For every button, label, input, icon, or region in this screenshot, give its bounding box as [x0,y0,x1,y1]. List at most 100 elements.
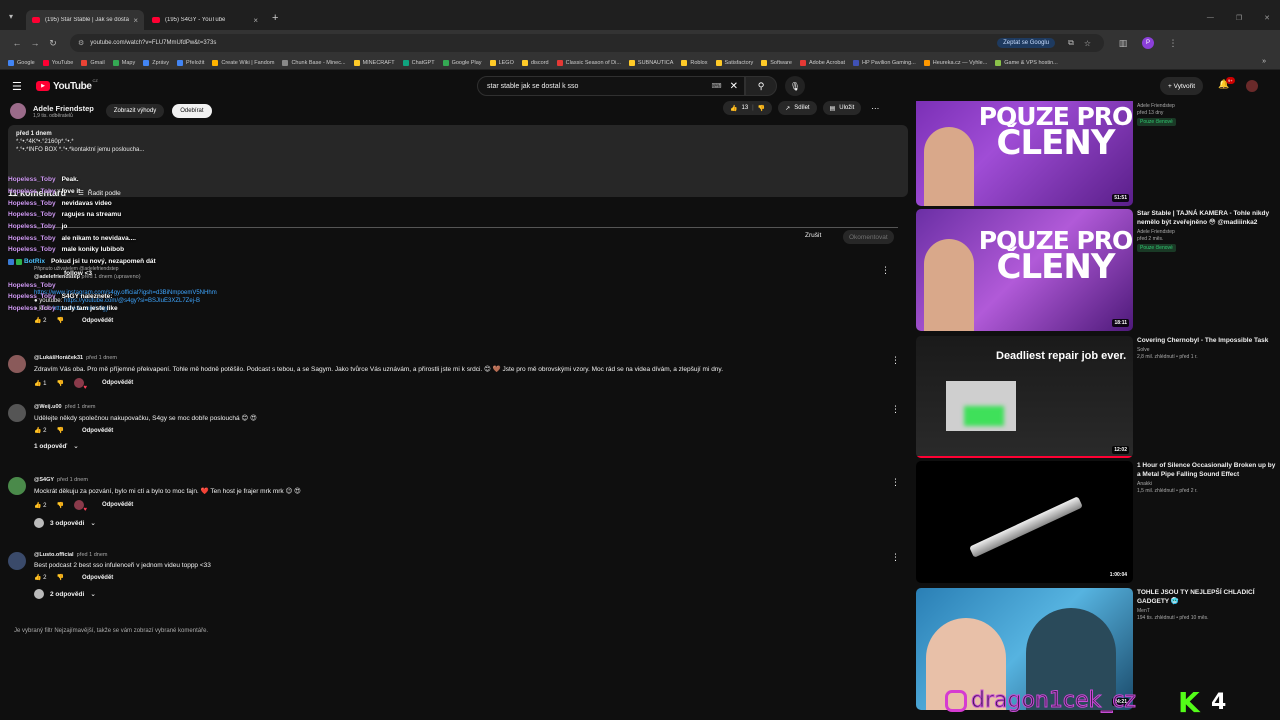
subscribe-button[interactable]: Odebírat [172,104,212,118]
bookmark-item[interactable]: Classic Season of Di... [556,59,621,66]
video-title[interactable]: 1 Hour of Silence Occasionally Broken up… [1137,461,1277,479]
channel-avatar[interactable] [10,103,26,119]
video-title[interactable]: TOHLE JSOU TY NEJLEPŠÍ CHLADICÍ GADGETY … [1137,588,1277,606]
bookmark-item[interactable]: Zprávy [143,59,169,66]
comment-menu-icon[interactable]: ⋮ [881,265,890,276]
search-button[interactable]: ⚲ [745,76,777,96]
new-tab-button[interactable]: + [272,12,278,24]
bookmark-item[interactable]: Adobe Acrobat [799,59,845,66]
reply-button[interactable]: Odpovědět [82,575,113,581]
bookmark-item[interactable]: Gmail [81,59,105,66]
dislike-comment-button[interactable]: 👎 [56,427,63,434]
ask-google-button[interactable]: Zeptat se Googlu [997,38,1056,48]
forward-arrow-icon[interactable]: → [26,38,44,48]
like-comment-button[interactable]: 👍 1 [34,380,46,387]
video-channel[interactable]: Solve [1137,347,1277,353]
channel-name[interactable]: Adele Friendstep [33,104,94,113]
recommended-video[interactable]: Deadliest repair job ever. 12:02 Covering … [916,336,1280,458]
profile-avatar[interactable]: P [1142,37,1154,49]
close-window-icon[interactable]: ✕ [1264,14,1270,22]
comment-author[interactable]: @Weij.u00 [34,404,62,410]
cancel-comment-button[interactable]: Zrušit [805,232,821,239]
browser-tab-1[interactable]: (195) Star Stable | Jak se dostal k... × [26,10,144,30]
show-replies-button[interactable]: 2 odpovědi ⌄ [34,589,908,599]
bookmark-item[interactable]: Google Play [442,59,482,66]
bookmark-item[interactable]: Satisfactory [715,59,753,66]
bookmark-item[interactable]: Software [761,59,792,66]
commenter-avatar[interactable] [8,404,26,422]
bookmark-item[interactable]: Roblox [681,59,708,66]
screenshot-icon[interactable]: ⧉ [1068,38,1074,48]
hamburger-menu-icon[interactable]: ☰ [12,80,30,93]
show-replies-button[interactable]: 1 odpověď ⌄ [34,442,908,451]
bookmark-item[interactable]: Přeložit [177,59,204,66]
comment-author[interactable]: @Lusto.official [34,552,74,558]
comment-author[interactable]: @S4GY [34,477,54,483]
extensions-icon[interactable]: ▥ [1114,38,1132,49]
bookmark-item[interactable]: LEGO [489,59,514,66]
account-avatar[interactable] [1246,80,1258,92]
video-thumbnail[interactable]: Deadliest repair job ever. 12:02 [916,336,1133,458]
keyboard-icon[interactable]: ⌨ [712,82,722,90]
like-comment-button[interactable]: 👍 2 [34,427,46,434]
minimize-icon[interactable]: — [1207,14,1214,22]
voice-search-button[interactable]: 🎙 [785,76,805,96]
browser-menu-icon[interactable]: ⋮ [1164,38,1182,49]
bookmark-star-icon[interactable]: ☆ [1084,39,1091,48]
reply-button[interactable]: Odpovědět [82,428,113,434]
bookmark-item[interactable]: Google [8,59,35,66]
like-comment-button[interactable]: 👍 2 [34,574,46,581]
like-comment-button[interactable]: 👍 2 [34,317,46,324]
dislike-comment-button[interactable]: 👎 [56,502,63,509]
video-channel[interactable]: Anakki [1137,481,1277,487]
save-button[interactable]: ▤ Uložit [822,101,862,115]
comment-author[interactable]: @LukášHoráček31 [34,355,83,361]
video-channel[interactable]: MenT [1137,608,1277,614]
comment-menu-icon[interactable]: ⋮ [891,355,900,366]
commenter-avatar[interactable] [8,552,26,570]
clear-search-icon[interactable]: ✕ [730,81,738,92]
bookmark-item[interactable]: MINECRAFT [353,59,395,66]
comment-menu-icon[interactable]: ⋮ [891,477,900,488]
submit-comment-button[interactable]: Okomentovat [843,230,894,244]
reply-button[interactable]: Odpovědět [102,380,133,386]
tab-search-icon[interactable]: ▾ [4,6,18,26]
commenter-avatar[interactable] [8,355,26,373]
site-info-icon[interactable]: ⚙ [78,39,84,47]
video-thumbnail[interactable]: 1:00:04 [916,461,1133,583]
dislike-comment-button[interactable]: 👎 [56,574,63,581]
reply-button[interactable]: Odpovědět [102,502,133,508]
share-button[interactable]: ↗ Sdílet [778,101,817,115]
bookmark-item[interactable]: ChatGPT [402,59,435,66]
browser-tab-2[interactable]: (195) S4GY - YouTube × [146,10,264,30]
bookmark-item[interactable]: Mapy [112,59,135,66]
youtube-logo[interactable]: ▶ YouTube CZ [36,78,98,92]
video-channel[interactable]: Adele Friendstep [1137,229,1277,235]
dislike-comment-button[interactable]: 👎 [56,380,63,387]
more-actions-icon[interactable]: ⋯ [871,104,879,113]
bookmark-item[interactable]: Create Wiki | Fandom [212,59,274,66]
like-button[interactable]: 👍 13 | 👎 [723,101,773,115]
reload-icon[interactable]: ↻ [44,38,62,49]
dislike-comment-button[interactable]: 👎 [56,317,63,324]
bookmark-item[interactable]: discord [521,59,549,66]
bookmark-item[interactable]: SUBNAUTICA [628,59,673,66]
back-arrow-icon[interactable]: ← [8,38,26,48]
video-title[interactable]: Star Stable | TAJNÁ KAMERA - Tohle nikdy… [1137,209,1277,227]
video-thumbnail[interactable]: POUZE PRO ČLENY 18:11 [916,209,1133,331]
bookmark-item[interactable]: Chunk Base - Minec... [282,59,346,66]
video-channel[interactable]: Adele Friendstep [1137,103,1277,109]
video-title[interactable]: Covering Chernobyl - The Impossible Task [1137,336,1277,345]
comment-menu-icon[interactable]: ⋮ [891,552,900,563]
more-bookmarks-icon[interactable]: » [1262,58,1266,65]
create-button[interactable]: + Vytvořit [1160,77,1204,95]
comment-menu-icon[interactable]: ⋮ [891,404,900,415]
url-field[interactable]: ⚙ youtube.com/watch?v=FLU7MmUfdPw&t=373s… [70,34,1104,52]
perks-button[interactable]: Zobrazit výhody [105,104,165,118]
close-tab-icon[interactable]: × [253,16,258,25]
maximize-icon[interactable]: ❐ [1236,14,1242,22]
bookmark-item[interactable]: YouTube [42,59,73,66]
video-thumbnail[interactable]: POUZE PRO ČLENY 51:51 [916,101,1133,206]
bookmark-item[interactable]: Heureka.cz — Vyhle... [923,59,987,66]
recommended-video[interactable]: POUZE PRO ČLENY 18:11 Star Stable | TAJNÁ K… [916,209,1280,331]
